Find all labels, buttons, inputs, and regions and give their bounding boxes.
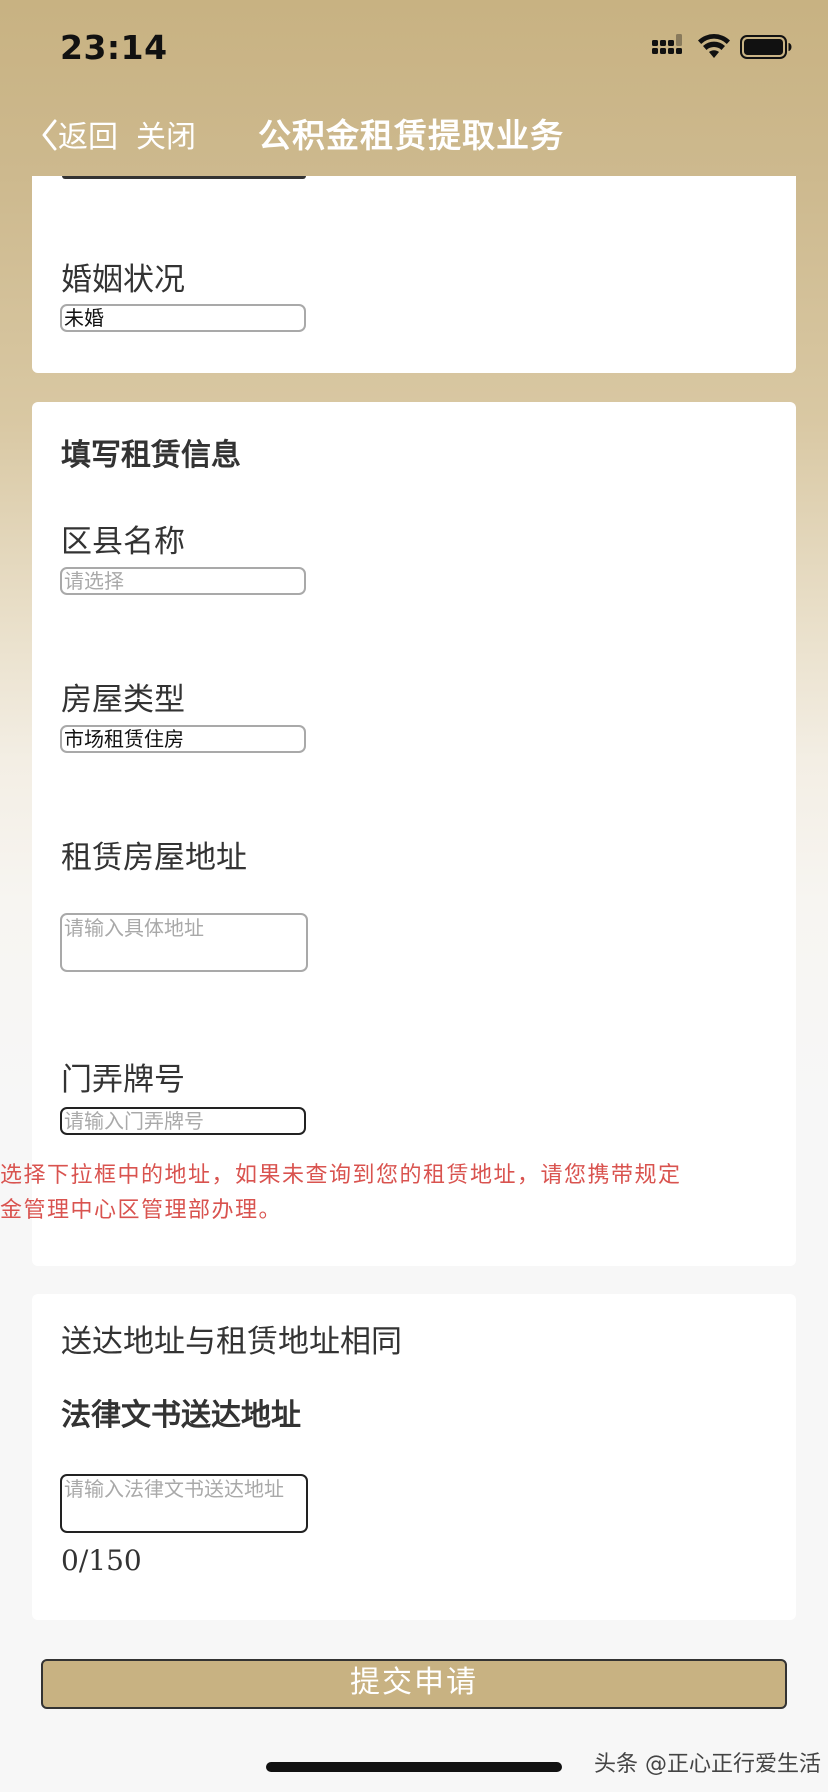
- rental-address-label: 租赁房屋地址: [61, 840, 247, 876]
- char-counter: 0/150: [61, 1544, 142, 1577]
- home-indicator[interactable]: [266, 1762, 562, 1772]
- cellular-signal-icon: [652, 34, 682, 54]
- rental-address-input[interactable]: 请输入具体地址: [60, 913, 308, 972]
- door-number-label: 门弄牌号: [61, 1062, 185, 1098]
- address-notice-line-2: 金管理中心区管理部办理。: [0, 1198, 283, 1223]
- house-type-select[interactable]: 市场租赁住房: [60, 725, 306, 753]
- personal-info-card: 婚姻状况 未婚: [32, 176, 796, 373]
- nav-bar: 返回 关闭 公积金租赁提取业务: [0, 96, 828, 176]
- district-label: 区县名称: [61, 524, 185, 560]
- rental-info-section-title: 填写租赁信息: [61, 438, 241, 473]
- wifi-icon: [698, 34, 730, 58]
- chevron-left-icon[interactable]: [40, 118, 58, 152]
- rental-info-card: 填写租赁信息 区县名称 请选择 房屋类型 市场租赁住房 租赁房屋地址 请输入具体…: [32, 402, 796, 1266]
- legal-doc-address-title: 法律文书送达地址: [61, 1398, 301, 1433]
- page-title: 公积金租赁提取业务: [258, 116, 564, 155]
- marital-status-select[interactable]: 未婚: [60, 304, 306, 332]
- watermark: 头条 @正心正行爱生活: [594, 1752, 821, 1777]
- delivery-address-card: 送达地址与租赁地址相同 法律文书送达地址 请输入法律文书送达地址 0/150: [32, 1294, 796, 1620]
- same-address-option[interactable]: 送达地址与租赁地址相同: [61, 1316, 402, 1361]
- submit-button[interactable]: 提交申请: [41, 1659, 787, 1709]
- door-number-input[interactable]: 请输入门弄牌号: [60, 1107, 306, 1135]
- address-notice-line-1: 选择下拉框中的地址，如果未查询到您的租赁地址，请您携带规定: [0, 1163, 682, 1188]
- status-bar: 23:14: [0, 0, 828, 96]
- back-button[interactable]: 返回: [58, 112, 118, 156]
- district-select[interactable]: 请选择: [60, 567, 306, 595]
- legal-doc-address-input[interactable]: 请输入法律文书送达地址: [60, 1474, 308, 1533]
- previous-field-edge: [62, 176, 306, 179]
- close-button[interactable]: 关闭: [136, 112, 196, 156]
- address-notice: 选择下拉框中的地址，如果未查询到您的租赁地址，请您携带规定 金管理中心区管理部办…: [0, 1158, 828, 1228]
- marital-status-label: 婚姻状况: [61, 262, 185, 298]
- battery-icon: [740, 35, 792, 59]
- house-type-label: 房屋类型: [61, 682, 185, 718]
- status-time: 23:14: [60, 28, 168, 67]
